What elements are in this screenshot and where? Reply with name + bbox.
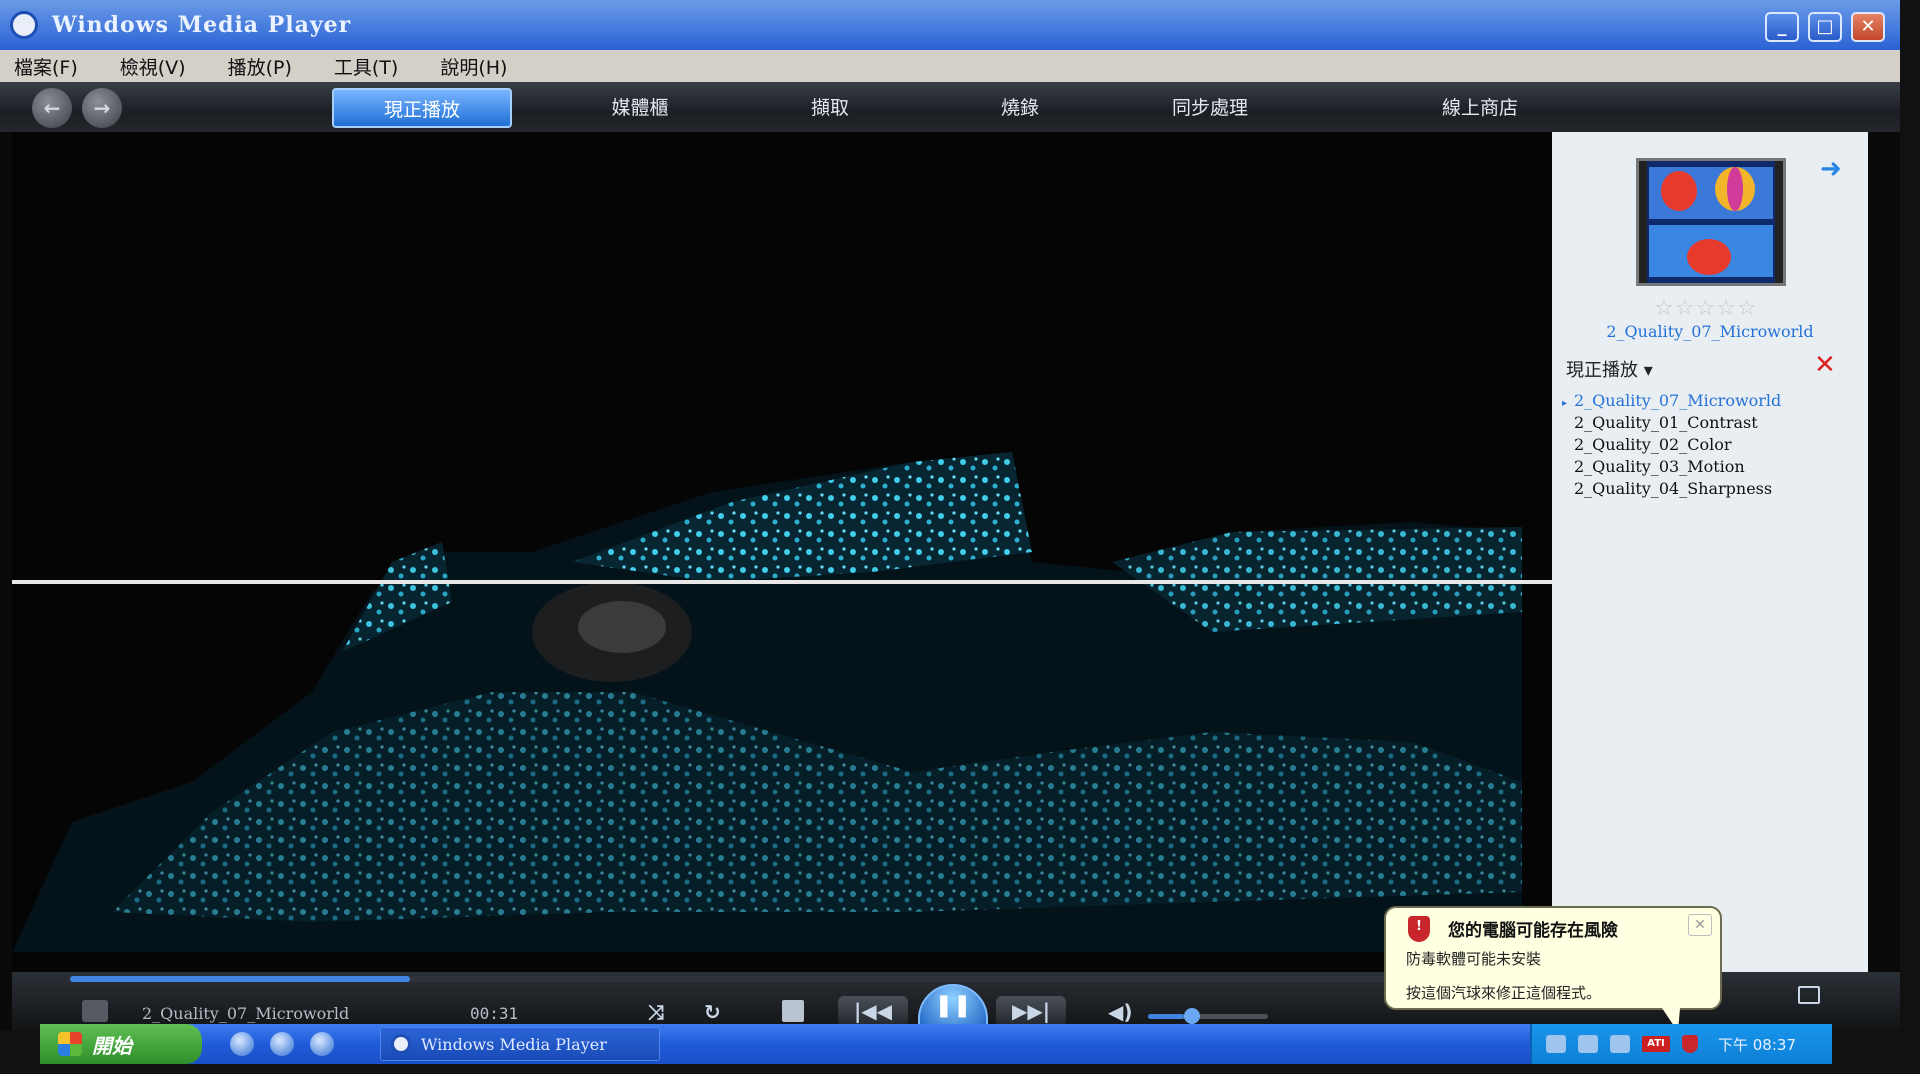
clear-playlist-icon[interactable]: ✕ [1814,350,1836,380]
tab-library[interactable]: 媒體櫃 [560,88,720,128]
volume-slider[interactable] [1148,1014,1268,1019]
navigation-bar: ← → 現正播放 媒體櫃 擷取 燒錄 同步處理 線上商店 [0,82,1900,132]
tab-online-store[interactable]: 線上商店 [1390,88,1570,128]
shuffle-icon[interactable]: ⤨ [648,1000,664,1024]
title-bar[interactable]: Windows Media Player _ □ ✕ [0,0,1900,50]
menu-play[interactable]: 播放(P) [228,53,292,80]
collapse-arrow-icon[interactable]: ➜ [1820,154,1842,184]
display-tray-icon[interactable] [1578,1035,1598,1053]
balloon-close-icon[interactable]: ✕ [1688,914,1712,936]
playlist-dropdown[interactable]: 現正播放 ▾ [1566,356,1653,382]
playlist-item[interactable]: ▸ 2_Quality_07_Microworld [1562,390,1862,412]
balloon-action-text[interactable]: 按這個汽球來修正這個程式。 [1406,982,1601,1003]
track-thumbnail-icon [82,1000,108,1022]
start-button[interactable]: 開始 [40,1024,202,1064]
media-player-window: Windows Media Player _ □ ✕ 檔案(F) 檢視(V) 播… [0,0,1900,1030]
maximize-button[interactable]: □ [1808,12,1842,42]
tab-sync[interactable]: 同步處理 [1120,88,1300,128]
video-area[interactable] [12,132,1552,972]
minimize-button[interactable]: _ [1765,12,1799,42]
security-alert-balloon[interactable]: ! 您的電腦可能存在風險 ✕ 防毒軟體可能未安裝 按這個汽球來修正這個程式。 [1384,906,1722,1010]
previous-icon[interactable]: |◀◀ [838,996,908,1026]
playlist-item-label: 2_Quality_01_Contrast [1574,413,1758,432]
tab-now-playing[interactable]: 現正播放 [332,88,512,128]
playlist: ▸ 2_Quality_07_Microworld 2_Quality_01_Co… [1562,390,1862,500]
network-tray-icon[interactable] [1610,1035,1630,1053]
volume-knob[interactable] [1184,1008,1200,1024]
seek-progress [70,976,411,982]
back-arrow-icon[interactable]: ← [32,88,72,128]
wmp-quicklaunch-icon[interactable] [230,1032,254,1056]
balloon-art-icon [1639,161,1783,283]
tab-burn[interactable]: 燒錄 [940,88,1100,128]
next-icon[interactable]: ▶▶| [996,996,1066,1026]
clock: 下午 08:37 [1718,1035,1796,1054]
close-button[interactable]: ✕ [1851,12,1885,42]
now-playing-sidebar: ➜ ☆☆☆☆☆ 2_Quality_07_Microworld 現正播放 ▾ ✕ [1552,132,1868,972]
stop-icon[interactable] [782,1000,804,1022]
wmp-logo-icon [10,11,38,39]
menu-bar: 檔案(F) 檢視(V) 播放(P) 工具(T) 說明(H) [0,50,1900,82]
seek-bar[interactable] [70,976,1550,982]
system-tray: ATI 下午 08:37 [1530,1024,1832,1064]
playlist-item-label: 2_Quality_03_Motion [1574,457,1745,476]
speaker-icon[interactable]: ◀) [1108,1000,1133,1024]
volume-level [1148,1014,1184,1019]
ie-quicklaunch-icon[interactable] [270,1032,294,1056]
desktop-quicklaunch-icon[interactable] [310,1032,334,1056]
video-frame [12,132,1552,972]
menu-tools[interactable]: 工具(T) [334,53,398,80]
track-time: 00:31 [470,1004,519,1023]
balloon-title: 您的電腦可能存在風險 [1448,921,1618,941]
star-rating[interactable]: ☆☆☆☆☆ [1654,296,1758,321]
playlist-item[interactable]: 2_Quality_03_Motion [1562,456,1862,478]
menu-file[interactable]: 檔案(F) [14,53,78,80]
playlist-item[interactable]: 2_Quality_04_Sharpness [1562,478,1862,500]
menu-help[interactable]: 說明(H) [440,53,507,80]
tray-expand-icon[interactable] [1546,1035,1566,1053]
playlist-item[interactable]: 2_Quality_02_Color [1562,434,1862,456]
playlist-item[interactable]: 2_Quality_01_Contrast [1562,412,1862,434]
tab-rip[interactable]: 擷取 [750,88,910,128]
playlist-item-label: 2_Quality_07_Microworld [1574,391,1782,410]
desktop-screen: Windows Media Player _ □ ✕ 檔案(F) 檢視(V) 播… [0,0,1920,1074]
security-shield-tray-icon[interactable] [1682,1035,1698,1053]
taskbar-item-label: Windows Media Player [421,1034,607,1054]
album-art [1636,158,1786,286]
mini-mode-icon[interactable] [1798,986,1820,1004]
wmp-logo-icon [391,1034,411,1054]
forward-arrow-icon[interactable]: → [82,88,122,128]
taskbar: 開始 Windows Media Player ATI 下午 08:37 [40,1024,1832,1064]
track-name: 2_Quality_07_Microworld [142,1004,350,1023]
now-playing-title: 2_Quality_07_Microworld [1606,322,1814,341]
taskbar-item-wmp[interactable]: Windows Media Player [380,1027,660,1061]
playlist-item-label: 2_Quality_04_Sharpness [1574,479,1773,498]
menu-view[interactable]: 檢視(V) [120,53,186,80]
security-shield-icon: ! [1408,916,1430,942]
ati-tray-icon[interactable]: ATI [1642,1036,1670,1052]
window-title: Windows Media Player [52,12,352,38]
playlist-item-label: 2_Quality_02_Color [1574,435,1732,454]
repeat-icon[interactable]: ↻ [704,1000,721,1024]
start-label: 開始 [92,1033,132,1058]
windows-logo-icon [58,1032,82,1056]
balloon-message: 防毒軟體可能未安裝 [1406,950,1542,968]
